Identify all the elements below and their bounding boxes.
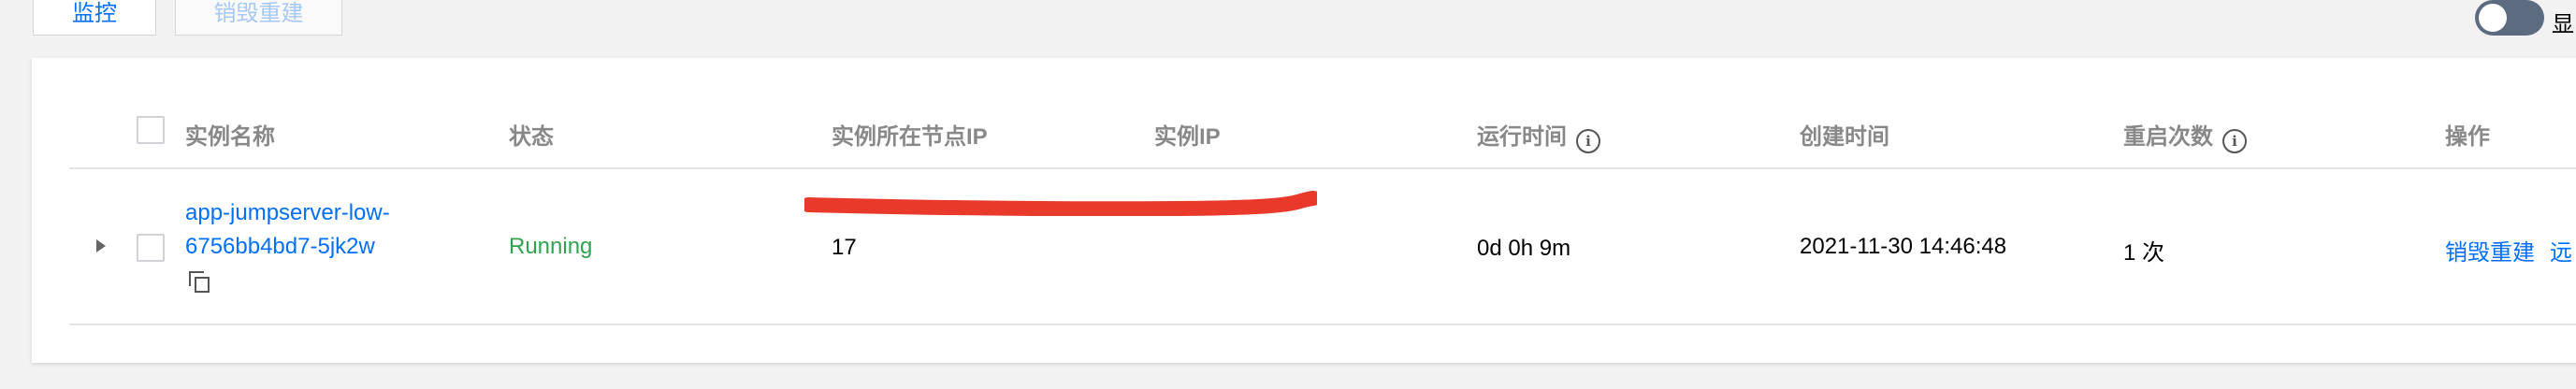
instance-name-line2[interactable]: 6756bb4bd7-5jk2w	[185, 234, 375, 260]
action-remote-link[interactable]: 远	[2550, 234, 2572, 267]
toggle-knob	[2479, 4, 2507, 32]
instance-name-line1[interactable]: app-jumpserver-low-	[185, 200, 390, 226]
uptime-value: 0d 0h 9m	[1477, 236, 1571, 261]
row-checkbox[interactable]	[137, 234, 165, 262]
copy-icon[interactable]	[189, 271, 210, 294]
expand-row-caret-icon[interactable]	[96, 239, 106, 252]
header-restart-count: 重启次数 i	[2123, 118, 2247, 153]
created-at-value: 2021-11-30 14:46:48	[1800, 234, 2007, 259]
header-divider	[69, 167, 2576, 169]
header-instance-ip: 实例IP	[1154, 124, 1221, 150]
status-running: Running	[509, 234, 593, 259]
header-node-ip: 实例所在节点IP	[832, 124, 988, 150]
node-ip-value: 17	[832, 235, 857, 260]
header-restart-count-label: 重启次数	[2123, 124, 2213, 150]
header-uptime: 运行时间 i	[1477, 118, 1600, 153]
restart-count-value: 1 次	[2123, 240, 2165, 266]
display-toggle[interactable]	[2475, 0, 2544, 36]
toggle-label: 显	[2552, 12, 2574, 37]
uptime-info-icon[interactable]: i	[1576, 129, 1600, 153]
select-all-checkbox[interactable]	[137, 116, 165, 144]
header-created-at: 创建时间	[1800, 124, 1889, 150]
header-uptime-label: 运行时间	[1477, 124, 1567, 150]
action-destroy-rebuild-link[interactable]: 销毁重建	[2445, 234, 2535, 267]
restart-info-icon[interactable]: i	[2222, 129, 2247, 153]
destroy-rebuild-button[interactable]: 销毁重建	[175, 0, 342, 36]
redaction-scribble	[804, 191, 1317, 216]
header-instance-name: 实例名称	[185, 124, 275, 150]
row-divider	[69, 324, 2576, 325]
header-status: 状态	[509, 124, 554, 150]
header-actions: 操作	[2445, 124, 2490, 150]
monitor-button[interactable]: 监控	[33, 0, 156, 36]
